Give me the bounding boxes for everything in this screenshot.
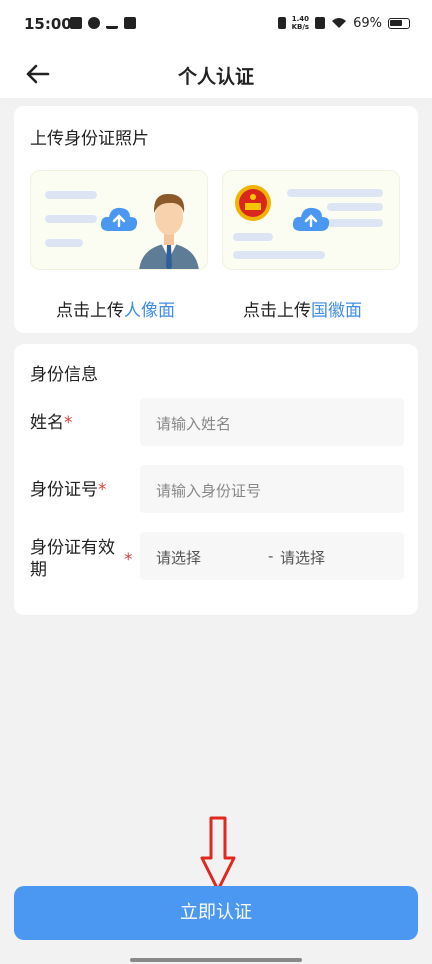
validity-label: 身份证有效 期 (30, 538, 115, 580)
name-input[interactable]: 请输入姓名 (140, 398, 404, 446)
nav-bar: 个人认证 (0, 50, 432, 98)
national-emblem-icon (235, 185, 271, 221)
wifi-icon (332, 18, 347, 28)
placeholder-line (327, 219, 383, 227)
status-right: 1.40 KB/s 69% (277, 15, 410, 31)
down-arrow-annotation-icon (200, 816, 236, 892)
battery-icon (388, 17, 410, 29)
cloud-upload-icon (292, 207, 330, 231)
id-info-title: 身份信息 (30, 365, 98, 385)
crown-app-icon (106, 17, 118, 29)
placeholder-line (233, 233, 273, 241)
placeholder-line (327, 203, 383, 211)
notification-icons (70, 17, 136, 29)
submit-verify-button[interactable]: 立即认证 (14, 886, 418, 940)
portrait-avatar-icon (139, 193, 199, 269)
leaf-app-icon (88, 17, 100, 29)
upload-portrait-label[interactable]: 点击上传人像面 (56, 296, 175, 321)
message-app-icon (124, 17, 136, 29)
validity-start-select[interactable]: 请选择 (156, 547, 201, 568)
name-label: 姓名* (30, 413, 73, 433)
network-speed: 1.40 KB/s (291, 15, 310, 31)
placeholder-line (45, 239, 83, 247)
validity-required-mark: * (124, 550, 133, 570)
validity-date-range: 请选择 - 请选择 (140, 532, 404, 580)
home-indicator[interactable] (130, 958, 302, 962)
sim-off-icon (315, 17, 326, 29)
placeholder-line (287, 189, 383, 197)
play-app-icon (70, 17, 82, 29)
upload-portrait-button[interactable] (30, 170, 208, 270)
status-time: 15:00 (24, 15, 72, 33)
upload-card-title: 上传身份证照片 (30, 129, 149, 149)
id-number-input[interactable]: 请输入身份证号 (140, 465, 404, 513)
cloud-upload-icon (100, 207, 138, 231)
battery-percent: 69% (353, 15, 382, 31)
upload-card: 上传身份证照片 点击上传人像面 点击上传国徽面 (14, 106, 418, 333)
validity-end-select[interactable]: 请选择 (280, 547, 325, 568)
upload-emblem-label[interactable]: 点击上传国徽面 (243, 296, 362, 321)
vibrate-icon (277, 17, 286, 29)
id-number-label: 身份证号* (30, 480, 107, 500)
placeholder-line (45, 191, 97, 199)
id-info-card: 身份信息 姓名* 请输入姓名 身份证号* 请输入身份证号 身份证有效 期 * 请… (14, 344, 418, 615)
status-bar: 15:00 1.40 KB/s 69% (0, 0, 432, 50)
date-range-separator: - (268, 547, 274, 565)
placeholder-line (45, 215, 97, 223)
upload-emblem-button[interactable] (222, 170, 400, 270)
page-title: 个人认证 (177, 66, 254, 88)
placeholder-line (233, 251, 325, 259)
